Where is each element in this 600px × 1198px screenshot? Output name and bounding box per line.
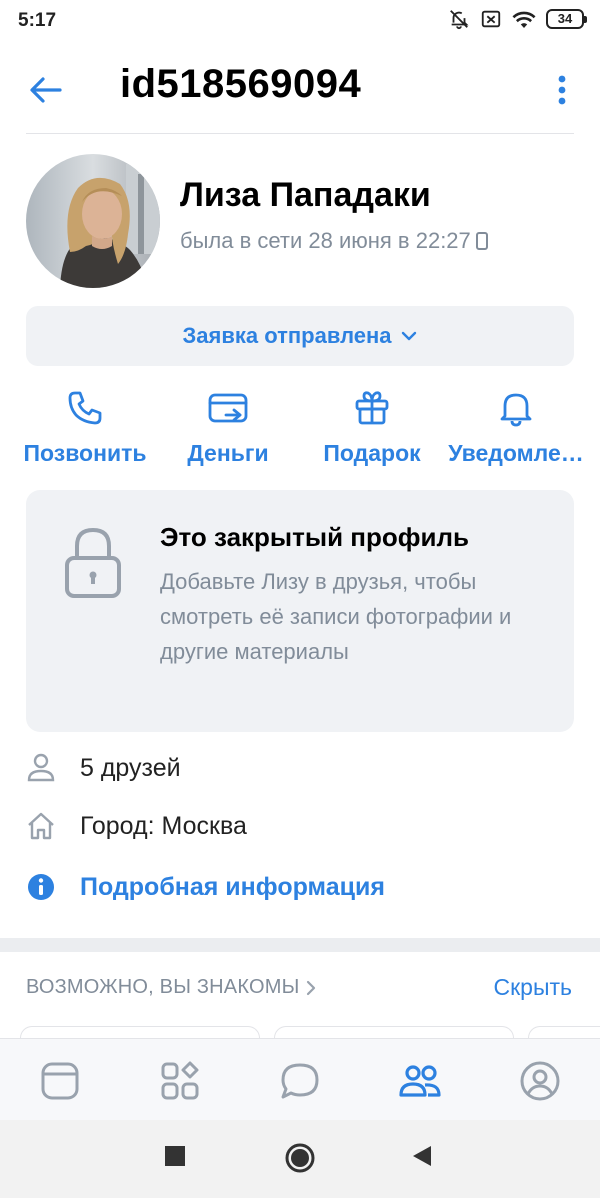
wifi-icon <box>512 11 536 28</box>
friends-icon[interactable] <box>398 1059 442 1103</box>
notifications-label: Уведомле… <box>448 440 584 466</box>
closed-profile-text: Добавьте Лизу в друзья, чтобы смотреть е… <box>160 569 512 664</box>
request-sent-label: Заявка отправлена <box>182 323 392 348</box>
back-arrow-icon[interactable] <box>26 70 66 110</box>
gift-label: Подарок <box>323 440 421 466</box>
profile-name: Лиза Пападаки <box>180 176 431 214</box>
call-label: Позвонить <box>23 440 147 466</box>
messages-icon[interactable] <box>278 1059 322 1103</box>
header-divider <box>26 133 574 134</box>
sim-off-icon <box>481 10 501 28</box>
request-sent-button[interactable]: Заявка отправлена <box>26 306 574 366</box>
city-text: Город: Москва <box>80 811 247 840</box>
avatar[interactable] <box>26 154 160 288</box>
status-bar: 5:17 34 <box>0 0 600 42</box>
friends-count: 5 друзей <box>80 753 181 782</box>
details-link[interactable]: Подробная информация <box>80 873 385 902</box>
recent-apps-icon[interactable] <box>163 1144 187 1168</box>
user-icon <box>27 753 55 782</box>
closed-profile-card: Это закрытый профиль Добавьте Лизу в дру… <box>26 490 574 732</box>
last-seen-status: была в сети 28 июня в 22:27 <box>180 228 489 254</box>
call-action[interactable]: Позвонить <box>20 388 150 467</box>
tab-bar <box>0 1038 600 1120</box>
mobile-device-icon <box>475 232 488 250</box>
friends-count-row[interactable]: 5 друзей <box>26 752 181 784</box>
chevron-right-icon <box>307 980 316 995</box>
chevron-down-icon <box>401 331 416 341</box>
suggestions-header[interactable]: ВОЗМОЖНО, ВЫ ЗНАКОМЫ <box>26 976 317 999</box>
details-row[interactable]: Подробная информация <box>26 872 385 902</box>
info-icon <box>28 874 54 900</box>
status-time: 5:17 <box>18 10 57 31</box>
phone-icon <box>68 391 102 425</box>
hide-suggestions-button[interactable]: Скрыть <box>493 974 572 1001</box>
mute-icon <box>450 10 469 30</box>
action-row: Позвонить Деньги Подарок Уведомле… <box>0 388 600 478</box>
header: id518569094 <box>0 48 600 132</box>
battery-icon: 34 <box>546 9 587 29</box>
system-nav-bar <box>0 1120 600 1198</box>
section-separator <box>0 938 600 952</box>
news-icon[interactable] <box>38 1059 82 1103</box>
gift-action[interactable]: Подарок <box>316 388 428 467</box>
money-label: Деньги <box>187 440 269 466</box>
bell-icon <box>500 393 532 427</box>
status-icons: 34 <box>448 8 587 30</box>
money-card-icon <box>208 393 248 423</box>
gift-icon <box>355 391 389 425</box>
back-button-icon[interactable] <box>410 1144 434 1168</box>
page-title: id518569094 <box>120 62 362 106</box>
city-row: Город: Москва <box>26 811 247 841</box>
profile-icon[interactable] <box>518 1059 562 1103</box>
money-action[interactable]: Деньги <box>166 388 290 467</box>
home-button-icon[interactable] <box>284 1142 316 1174</box>
more-vertical-icon[interactable] <box>546 70 578 110</box>
last-seen-text: была в сети 28 июня в 22:27 <box>180 228 471 253</box>
closed-profile-title: Это закрытый профиль <box>160 522 469 552</box>
services-icon[interactable] <box>158 1059 202 1103</box>
lock-icon <box>65 528 121 598</box>
home-icon <box>28 812 54 840</box>
suggestions-title: ВОЗМОЖНО, ВЫ ЗНАКОМЫ <box>26 976 300 998</box>
notifications-action[interactable]: Уведомле… <box>444 388 588 467</box>
